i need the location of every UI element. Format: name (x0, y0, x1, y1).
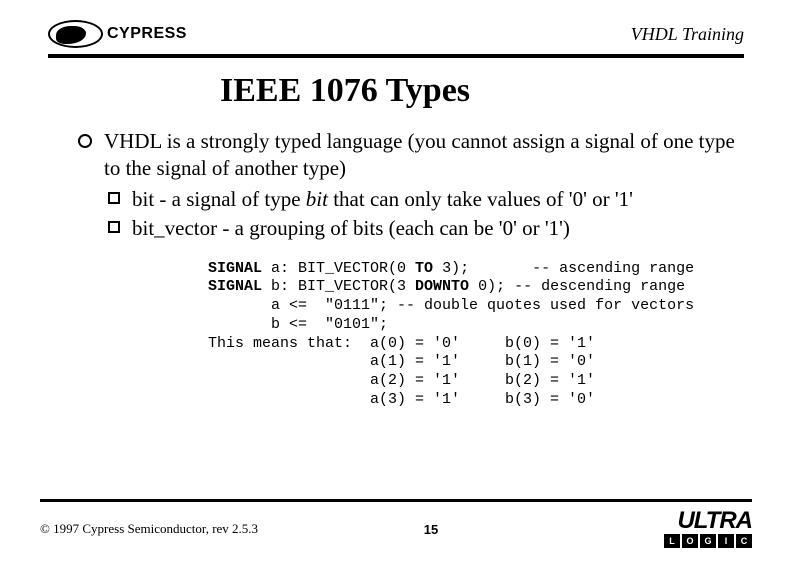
footer-rule (40, 499, 752, 502)
ultra-logo-boxes: L O G I C (664, 534, 752, 548)
circle-bullet-icon (78, 134, 92, 148)
ultra-box: G (700, 534, 716, 548)
code-block: SIGNAL a: BIT_VECTOR(0 TO 3); -- ascendi… (208, 260, 752, 410)
cypress-logo-text: CYPRESS (107, 25, 187, 43)
sub-bullet-1: bit - a signal of type bit that can only… (108, 186, 752, 213)
header-subtitle: VHDL Training (631, 24, 744, 45)
ultra-logo: ULTRA L O G I C (664, 510, 752, 548)
sub-bullet-2-text: bit_vector - a grouping of bits (each ca… (132, 215, 570, 242)
sub-bullets: bit - a signal of type bit that can only… (78, 186, 752, 242)
ultra-box: I (718, 534, 734, 548)
cypress-logo: CYPRESS (48, 20, 187, 48)
slide-content: VHDL is a strongly typed language (you c… (40, 128, 752, 410)
footer-row: © 1997 Cypress Semiconductor, rev 2.5.3 … (40, 510, 752, 548)
square-bullet-icon (108, 221, 120, 233)
bullet-main: VHDL is a strongly typed language (you c… (78, 128, 752, 182)
ultra-box: L (664, 534, 680, 548)
sub-bullet-1-text: bit - a signal of type bit that can only… (132, 186, 633, 213)
ultra-box: C (736, 534, 752, 548)
ultra-box: O (682, 534, 698, 548)
bullet-main-text: VHDL is a strongly typed language (you c… (104, 128, 752, 182)
slide-header: CYPRESS VHDL Training (40, 20, 752, 54)
ultra-logo-text: ULTRA (677, 510, 752, 532)
header-rule (48, 54, 744, 58)
sub-bullet-2: bit_vector - a grouping of bits (each ca… (108, 215, 752, 242)
page-number: 15 (424, 522, 438, 537)
slide-footer: © 1997 Cypress Semiconductor, rev 2.5.3 … (40, 499, 752, 548)
cypress-logo-icon (48, 20, 103, 48)
square-bullet-icon (108, 192, 120, 204)
slide-title: IEEE 1076 Types (220, 72, 752, 110)
copyright-text: © 1997 Cypress Semiconductor, rev 2.5.3 (40, 521, 258, 537)
